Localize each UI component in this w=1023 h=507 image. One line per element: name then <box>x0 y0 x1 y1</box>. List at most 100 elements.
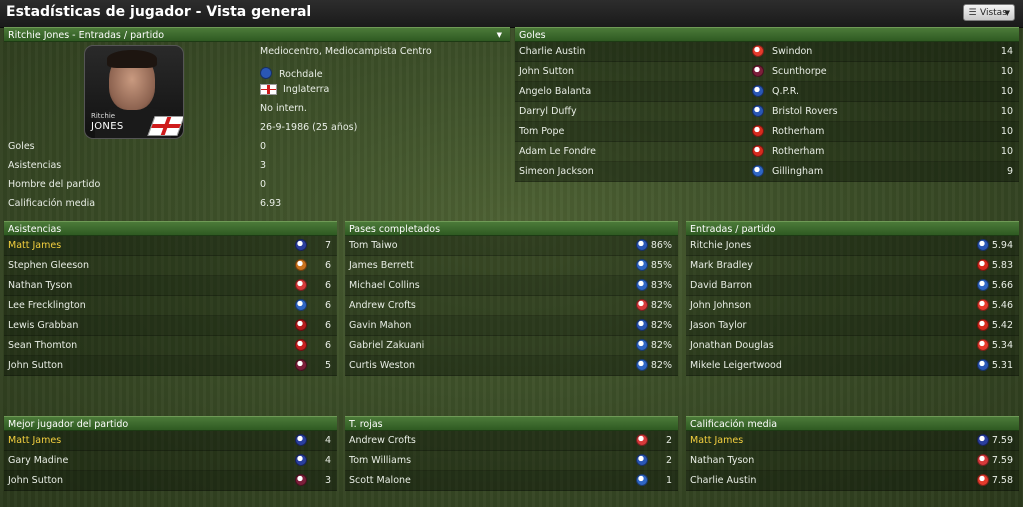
goals-panel: Goles Charlie Austin Swindon 14 John Sutton… <box>515 27 1019 182</box>
player-name[interactable]: David Barron <box>690 276 752 295</box>
player-name[interactable]: Michael Collins <box>349 276 420 295</box>
player-name[interactable]: Sean Thomton <box>8 336 77 355</box>
player-name[interactable]: Nathan Tyson <box>8 276 72 295</box>
player-name[interactable]: John Sutton <box>519 62 574 81</box>
player-name[interactable]: Andrew Crofts <box>349 296 416 315</box>
list-item[interactable]: Tom Taiwo 86% <box>345 236 678 256</box>
list-icon: ☰ <box>968 8 977 18</box>
player-name[interactable]: Scott Malone <box>349 471 411 490</box>
player-name[interactable]: Charlie Austin <box>690 471 756 490</box>
list-item[interactable]: Nathan Tyson 7.59 <box>686 451 1019 471</box>
club-name[interactable]: Bristol Rovers <box>772 102 838 121</box>
list-item[interactable]: Darryl Duffy Bristol Rovers 10 <box>515 102 1019 122</box>
list-item[interactable]: Gary Madine 4 <box>4 451 337 471</box>
list-item[interactable]: John Sutton 3 <box>4 471 337 491</box>
panel-header: Calificación media <box>686 416 1019 431</box>
list-item[interactable]: John Sutton 5 <box>4 356 337 376</box>
list-item[interactable]: Jason Taylor 5.42 <box>686 316 1019 336</box>
list-item[interactable]: David Barron 5.66 <box>686 276 1019 296</box>
list-item[interactable]: Andrew Crofts 2 <box>345 431 678 451</box>
player-name[interactable]: Curtis Weston <box>349 356 415 375</box>
player-name[interactable]: John Sutton <box>8 471 63 490</box>
chevron-down-icon: ▼ <box>1004 9 1010 17</box>
stat-value: 86% <box>650 240 672 251</box>
list-item[interactable]: Curtis Weston 82% <box>345 356 678 376</box>
club-name[interactable]: Swindon <box>772 42 812 61</box>
list-item[interactable]: Lewis Grabban 6 <box>4 316 337 336</box>
club-badge-icon <box>977 454 989 466</box>
list-item[interactable]: Andrew Crofts 82% <box>345 296 678 316</box>
player-name[interactable]: Angelo Balanta <box>519 82 591 101</box>
player-name[interactable]: Jonathan Douglas <box>690 336 774 355</box>
stat-value: 7.59 <box>991 455 1013 466</box>
player-name[interactable]: Gavin Mahon <box>349 316 411 335</box>
player-name[interactable]: Lewis Grabban <box>8 316 78 335</box>
player-name[interactable]: James Berrett <box>349 256 414 275</box>
player-name[interactable]: Darryl Duffy <box>519 102 577 121</box>
list-item[interactable]: Simeon Jackson Gillingham 9 <box>515 162 1019 182</box>
club-badge-icon <box>977 299 989 311</box>
list-item[interactable]: Adam Le Fondre Rotherham 10 <box>515 142 1019 162</box>
list-item[interactable]: Jonathan Douglas 5.34 <box>686 336 1019 356</box>
list-item[interactable]: Charlie Austin 7.58 <box>686 471 1019 491</box>
list-item[interactable]: John Sutton Scunthorpe 10 <box>515 62 1019 82</box>
player-name[interactable]: Charlie Austin <box>519 42 585 61</box>
player-name[interactable]: Matt James <box>8 236 61 255</box>
player-name[interactable]: Simeon Jackson <box>519 162 594 181</box>
stat-label: Hombre del partido <box>8 179 101 190</box>
list-item[interactable]: Gabriel Zakuani 82% <box>345 336 678 356</box>
player-name[interactable]: Andrew Crofts <box>349 431 416 450</box>
list-item[interactable]: John Johnson 5.46 <box>686 296 1019 316</box>
stat-value: 6 <box>324 320 331 331</box>
club-name[interactable]: Q.P.R. <box>772 82 799 101</box>
list-item[interactable]: Mikele Leigertwood 5.31 <box>686 356 1019 376</box>
player-name[interactable]: Mark Bradley <box>690 256 753 275</box>
player-name[interactable]: Gabriel Zakuani <box>349 336 424 355</box>
club-badge-icon <box>636 474 648 486</box>
list-item[interactable]: Angelo Balanta Q.P.R. 10 <box>515 82 1019 102</box>
list-item[interactable]: Scott Malone 1 <box>345 471 678 491</box>
club-name[interactable]: Gillingham <box>772 162 823 181</box>
list-item[interactable]: Ritchie Jones 5.94 <box>686 236 1019 256</box>
views-button[interactable]: ☰ Vistas ▼ <box>963 4 1015 21</box>
club-name[interactable]: Rotherham <box>772 142 824 161</box>
list-item[interactable]: Matt James 7 <box>4 236 337 256</box>
list-item[interactable]: Mark Bradley 5.83 <box>686 256 1019 276</box>
list-item[interactable]: Tom Williams 2 <box>345 451 678 471</box>
club-name[interactable]: Scunthorpe <box>772 62 827 81</box>
player-name[interactable]: Nathan Tyson <box>690 451 754 470</box>
player-name[interactable]: Tom Taiwo <box>349 236 398 255</box>
stat-value: 5 <box>324 360 331 371</box>
player-name[interactable]: Adam Le Fondre <box>519 142 596 161</box>
player-name[interactable]: Gary Madine <box>8 451 68 470</box>
list-item[interactable]: Tom Pope Rotherham 10 <box>515 122 1019 142</box>
list-item[interactable]: Matt James 7.59 <box>686 431 1019 451</box>
player-name[interactable]: Stephen Gleeson <box>8 256 89 275</box>
list-item[interactable]: Michael Collins 83% <box>345 276 678 296</box>
stat-value: 10 <box>1000 106 1013 117</box>
player-name[interactable]: Mikele Leigertwood <box>690 356 782 375</box>
list-item[interactable]: Matt James 4 <box>4 431 337 451</box>
list-item[interactable]: James Berrett 85% <box>345 256 678 276</box>
player-name[interactable]: John Johnson <box>690 296 751 315</box>
player-name[interactable]: Matt James <box>8 431 61 450</box>
player-selector[interactable]: Ritchie Jones - Entradas / partido ▼ <box>4 27 510 42</box>
player-name[interactable]: Tom Pope <box>519 122 564 141</box>
player-name[interactable]: Matt James <box>690 431 743 450</box>
list-item[interactable]: Lee Frecklington 6 <box>4 296 337 316</box>
player-name[interactable]: Jason Taylor <box>690 316 746 335</box>
player-name[interactable]: Ritchie Jones <box>690 236 751 255</box>
player-nation-line[interactable]: Inglaterra <box>260 84 329 95</box>
list-item[interactable]: Sean Thomton 6 <box>4 336 337 356</box>
club-badge-icon <box>977 279 989 291</box>
player-name[interactable]: John Sutton <box>8 356 63 375</box>
panel-header: Entradas / partido <box>686 221 1019 236</box>
club-name[interactable]: Rotherham <box>772 122 824 141</box>
player-club-line[interactable]: Rochdale <box>260 65 323 80</box>
list-item[interactable]: Gavin Mahon 82% <box>345 316 678 336</box>
player-name[interactable]: Tom Williams <box>349 451 411 470</box>
list-item[interactable]: Charlie Austin Swindon 14 <box>515 42 1019 62</box>
list-item[interactable]: Nathan Tyson 6 <box>4 276 337 296</box>
list-item[interactable]: Stephen Gleeson 6 <box>4 256 337 276</box>
player-name[interactable]: Lee Frecklington <box>8 296 86 315</box>
